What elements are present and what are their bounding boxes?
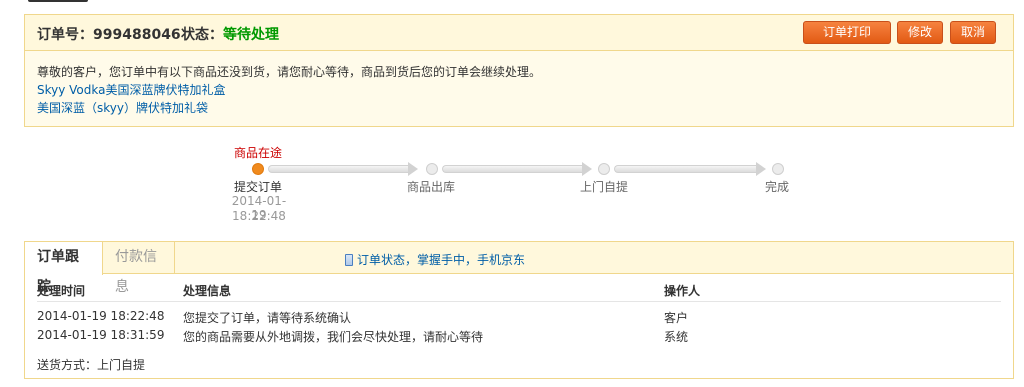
column-header-time: 处理时间 — [37, 284, 86, 298]
step-label-shipped: 商品出库 — [407, 180, 456, 194]
order-status-value: 等待处理 — [223, 27, 279, 43]
table-row-operator: 系统 — [664, 330, 689, 344]
step-label-pickup: 上门自提 — [580, 180, 629, 194]
column-header-operator: 操作人 — [664, 284, 701, 298]
step-dot-complete — [772, 163, 784, 175]
column-header-info: 处理信息 — [183, 284, 232, 298]
step-arrow-head — [582, 162, 592, 176]
page-heading-fragment — [28, 0, 88, 2]
edit-order-button[interactable]: 修改 — [897, 21, 943, 44]
phone-icon — [345, 254, 353, 266]
pending-item-link[interactable]: 美国深蓝（skyy）牌伏特加礼袋 — [37, 99, 208, 116]
step-dot-shipped — [426, 163, 438, 175]
step-arrow — [268, 165, 408, 173]
step-arrow-head — [408, 162, 418, 176]
order-status-label: 状态： — [181, 27, 223, 43]
out-of-stock-message: 尊敬的客户，您订单中有以下商品还没到货，请您耐心等待，商品到货后您的订单会继续处… — [37, 65, 542, 79]
order-number: 订单号：999488046 — [37, 27, 181, 43]
cancel-order-button[interactable]: 取消 — [950, 21, 996, 44]
table-header-divider — [37, 301, 1001, 302]
tab-order-tracking[interactable]: 订单跟踪 — [25, 242, 103, 295]
mobile-app-link[interactable]: 订单状态，掌握手中，手机京东 — [345, 251, 525, 268]
table-row-info: 您提交了订单，请等待系统确认 — [183, 311, 352, 325]
order-summary-panel: 订单号：999488046 状态：等待处理 订单打印 修改 取消 尊敬的客户，您… — [24, 14, 1014, 127]
table-row-time: 2014-01-19 18:22:48 — [37, 309, 165, 323]
print-order-button[interactable]: 订单打印 — [803, 21, 891, 44]
order-status: 状态：等待处理 — [181, 24, 279, 44]
step-dot-submitted — [252, 163, 264, 175]
step-time: 18:22:48 — [232, 209, 286, 223]
step-arrow-head — [756, 162, 766, 176]
table-row-time: 2014-01-19 18:31:59 — [37, 328, 165, 342]
order-progress-tracker: 商品在途 提交订单 商品出库 上门自提 完成 2014-01-19 18:22:… — [0, 140, 1024, 230]
table-row-operator: 客户 — [664, 311, 689, 325]
current-step-label: 商品在途 — [234, 146, 283, 160]
pending-item-link[interactable]: Skyy Vodka美国深蓝牌伏特加礼盒 — [37, 81, 226, 98]
step-arrow — [442, 165, 582, 173]
tracking-tabbar: 订单跟踪 付款信息 订单状态，掌握手中，手机京东 — [25, 242, 1013, 295]
step-arrow — [614, 165, 756, 173]
mobile-app-link-text: 订单状态，掌握手中，手机京东 — [357, 253, 526, 267]
shipping-method: 送货方式：上门自提 — [37, 358, 146, 372]
order-summary-header: 订单号：999488046 状态：等待处理 订单打印 修改 取消 — [25, 15, 1013, 51]
step-label-submitted: 提交订单 — [234, 180, 283, 194]
tab-payment-info[interactable]: 付款信息 — [103, 242, 175, 295]
table-row-info: 您的商品需要从外地调拨，我们会尽快处理，请耐心等待 — [183, 330, 484, 344]
step-label-complete: 完成 — [765, 180, 790, 194]
order-tracking-panel: 订单跟踪 付款信息 订单状态，掌握手中，手机京东 处理时间 处理信息 操作人 2… — [24, 241, 1014, 379]
step-dot-pickup — [598, 163, 610, 175]
